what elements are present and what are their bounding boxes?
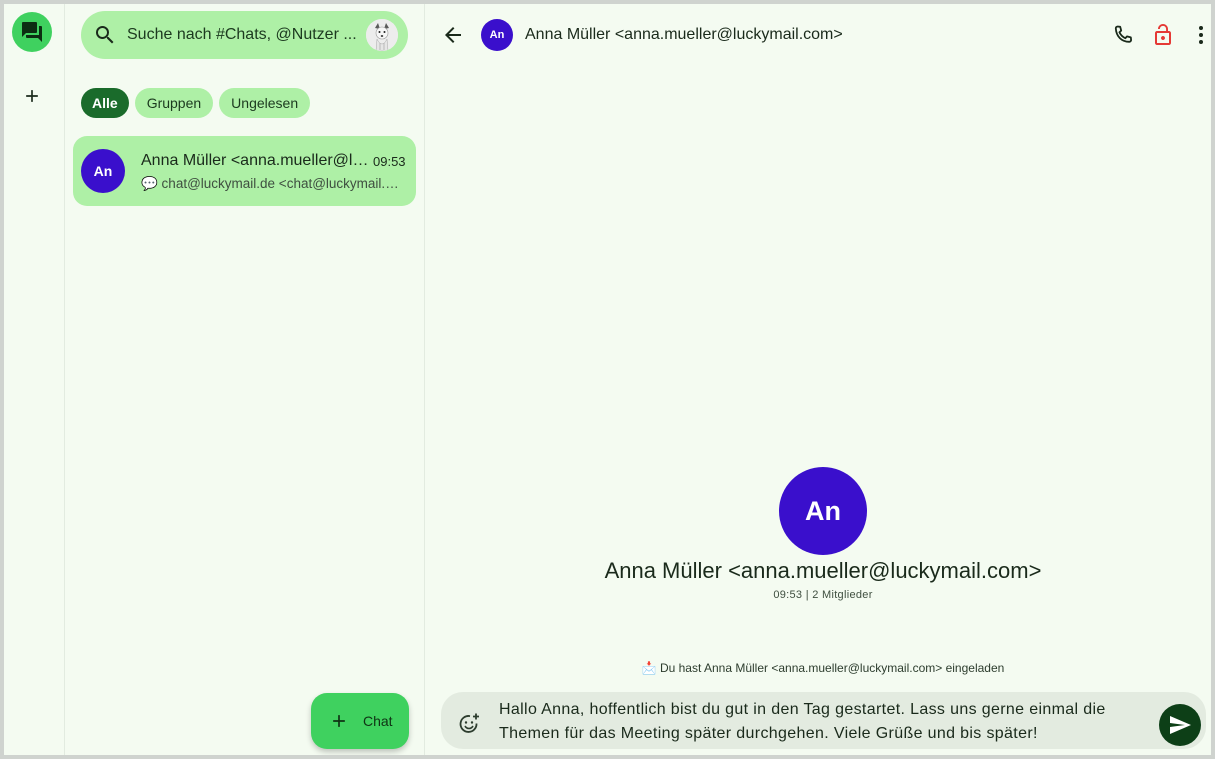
- conversation-header: An Anna Müller <anna.mueller@luckymail.c…: [425, 4, 1211, 66]
- filter-chip-all[interactable]: Alle: [81, 88, 129, 118]
- back-button[interactable]: [441, 23, 465, 47]
- lock-open-icon: [1151, 23, 1175, 47]
- filter-chip-groups[interactable]: Gruppen: [134, 88, 214, 118]
- conversation-panel: An Anna Müller <anna.mueller@luckymail.c…: [425, 4, 1211, 755]
- more-vert-icon: [1189, 23, 1211, 47]
- chat-bubbles-icon: [20, 20, 44, 44]
- add-space-button[interactable]: [18, 82, 46, 110]
- search-icon: [93, 23, 117, 47]
- chat-avatar: An: [81, 149, 125, 193]
- phone-icon: [1111, 23, 1135, 47]
- system-message: 📩 Du hast Anna Müller <anna.mueller@luck…: [641, 661, 1005, 675]
- search-bar[interactable]: [81, 11, 408, 59]
- chat-list-panel: Alle Gruppen Ungelesen An Anna Müller <a…: [65, 4, 425, 755]
- app-window: Alle Gruppen Ungelesen An Anna Müller <a…: [4, 4, 1211, 755]
- chat-time: 09:53: [373, 154, 406, 169]
- plus-icon: [22, 86, 42, 106]
- room-meta: 09:53 | 2 Mitglieder: [773, 589, 873, 601]
- search-input[interactable]: [127, 23, 359, 47]
- arrow-back-icon: [441, 23, 465, 47]
- new-chat-button[interactable]: Chat: [311, 693, 409, 749]
- message-composer: Hallo Anna, hoffentlich bist du gut in d…: [441, 692, 1206, 749]
- filter-chip-unread[interactable]: Ungelesen: [219, 88, 311, 118]
- chat-name: Anna Müller <anna.mueller@luckymail.com>: [141, 152, 371, 169]
- call-button[interactable]: [1111, 23, 1135, 47]
- room-avatar[interactable]: An: [779, 467, 867, 555]
- header-avatar[interactable]: An: [481, 19, 513, 51]
- more-options-button[interactable]: [1189, 23, 1211, 47]
- emoji-button[interactable]: [457, 712, 481, 736]
- message-input[interactable]: Hallo Anna, hoffentlich bist du gut in d…: [499, 698, 1149, 746]
- plus-icon: [329, 711, 349, 731]
- add-reaction-icon: [457, 712, 481, 736]
- chat-preview: 💬 chat@luckymail.de <chat@luckymail.de> …: [141, 176, 403, 191]
- chats-nav-button[interactable]: [12, 12, 52, 52]
- user-avatar[interactable]: [366, 19, 398, 51]
- conversation-title[interactable]: Anna Müller <anna.mueller@luckymail.com>: [525, 26, 843, 44]
- navigation-rail: [4, 4, 65, 755]
- room-title: Anna Müller <anna.mueller@luckymail.com>: [604, 558, 1042, 583]
- new-chat-label: Chat: [363, 713, 393, 729]
- send-icon: [1168, 713, 1192, 737]
- filter-chips: Alle Gruppen Ungelesen: [81, 88, 311, 118]
- chat-list-item[interactable]: An Anna Müller <anna.mueller@luckymail.c…: [73, 136, 416, 206]
- encryption-button[interactable]: [1151, 23, 1175, 47]
- send-button[interactable]: [1159, 704, 1201, 746]
